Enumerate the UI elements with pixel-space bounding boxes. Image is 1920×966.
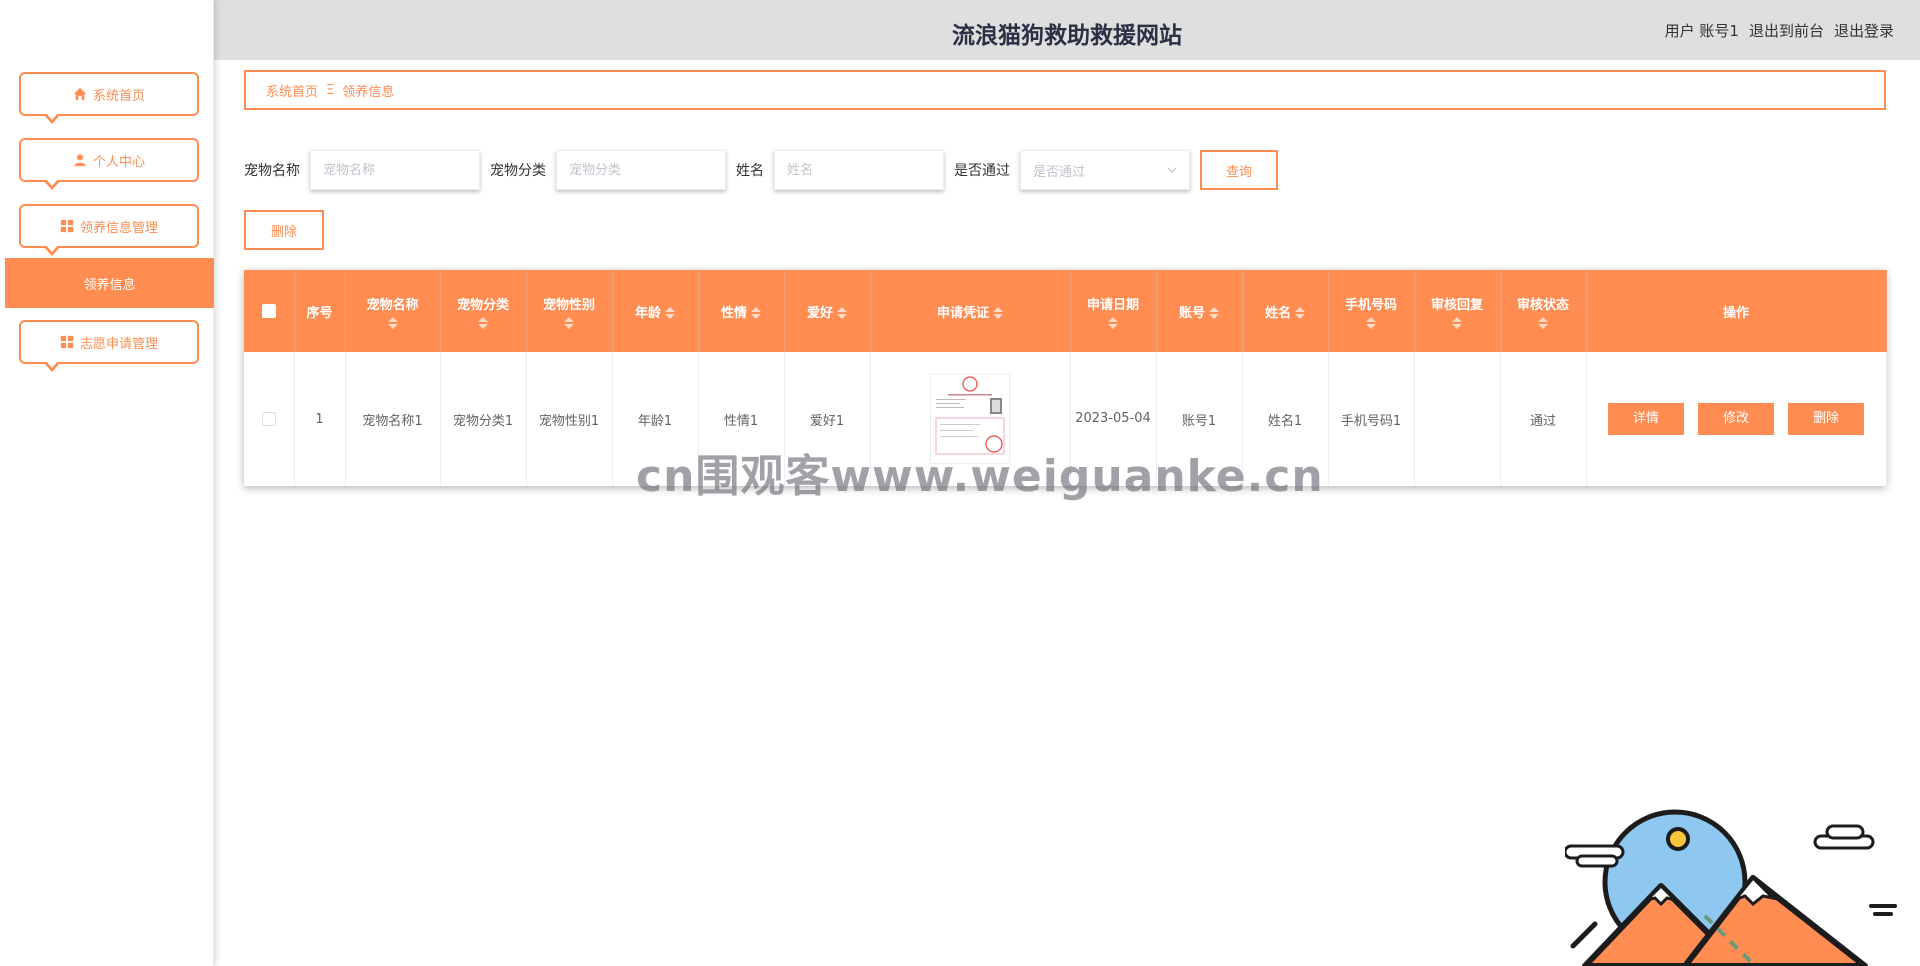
cell-pet-name: 宠物名称1	[345, 352, 441, 486]
select-all-cell	[244, 270, 295, 352]
pet-name-input[interactable]	[310, 150, 480, 190]
name-input[interactable]	[774, 150, 944, 190]
th-name[interactable]: 姓名	[1242, 270, 1329, 352]
sidebar-item-volunteer-management[interactable]: 志愿申请管理	[19, 320, 199, 372]
cell-operations: 详情 修改 删除	[1586, 352, 1887, 486]
sidebar-item-home[interactable]: 系统首页	[19, 72, 199, 124]
approved-select-placeholder: 是否通过	[1033, 164, 1086, 180]
pet-name-label: 宠物名称	[244, 163, 300, 179]
breadcrumb: 系统首页 Ξ 领养信息	[244, 70, 1886, 110]
cell-review-reply	[1414, 352, 1501, 486]
sidebar-item-label: 志愿申请管理	[79, 336, 158, 352]
th-review-status[interactable]: 审核状态	[1500, 270, 1587, 352]
sidebar: 系统首页 个人中心 领养信息管理 领养信息 志愿申请管理	[0, 0, 214, 966]
mountain-sun-illustration	[1565, 809, 1897, 966]
sidebar-item-adoption-management[interactable]: 领养信息管理	[19, 204, 199, 256]
query-button[interactable]: 查询	[1200, 150, 1278, 190]
sort-icon[interactable]	[1209, 307, 1219, 319]
approved-select[interactable]: 是否通过	[1020, 150, 1190, 190]
sort-icon[interactable]	[1452, 316, 1462, 329]
th-index: 序号	[294, 270, 346, 352]
select-all-checkbox[interactable]	[261, 304, 276, 318]
approved-label: 是否通过	[954, 163, 1010, 179]
pet-category-input[interactable]	[556, 150, 726, 190]
top-header: 流浪猫狗救助救援网站 用户 账号1 退出到前台 退出登录	[214, 0, 1920, 60]
th-pet-name[interactable]: 宠物名称	[345, 270, 441, 352]
exit-to-front-link[interactable]: 退出到前台	[1749, 20, 1824, 41]
grid-icon	[60, 219, 74, 233]
sidebar-subitem-adoption-info[interactable]: 领养信息	[5, 258, 214, 308]
row-select-cell	[244, 352, 295, 486]
row-checkbox[interactable]	[261, 412, 276, 426]
breadcrumb-current: 领养信息	[342, 84, 395, 100]
sort-icon[interactable]	[993, 307, 1003, 319]
header-user-area: 用户 账号1 退出到前台 退出登录	[1665, 20, 1894, 41]
name-label: 姓名	[736, 163, 764, 179]
th-voucher[interactable]: 申请凭证	[870, 270, 1071, 352]
user-icon	[74, 154, 86, 167]
search-form: 宠物名称 宠物分类 姓名 是否通过 是否通过 查询	[244, 150, 1278, 190]
sidebar-item-label: 系统首页	[92, 88, 145, 104]
grid-icon	[60, 335, 74, 349]
cell-review-status: 通过	[1500, 352, 1587, 486]
watermark-text: cn围观客www.weiguanke.cn	[636, 451, 1324, 502]
sort-icon[interactable]	[1108, 316, 1118, 329]
cell-pet-gender: 宠物性别1	[526, 352, 613, 486]
sort-icon[interactable]	[1538, 316, 1548, 329]
sort-icon[interactable]	[564, 316, 574, 329]
home-icon	[73, 87, 87, 101]
sort-icon[interactable]	[837, 307, 847, 319]
sort-icon[interactable]	[665, 307, 675, 319]
sort-icon[interactable]	[1366, 316, 1376, 329]
sort-icon[interactable]	[751, 307, 761, 319]
th-pet-gender[interactable]: 宠物性别	[526, 270, 613, 352]
sidebar-item-personal-center[interactable]: 个人中心	[19, 138, 199, 190]
th-temperament[interactable]: 性情	[698, 270, 785, 352]
detail-button[interactable]: 详情	[1607, 403, 1684, 435]
th-review-reply[interactable]: 审核回复	[1414, 270, 1501, 352]
th-age[interactable]: 年龄	[612, 270, 699, 352]
pet-category-label: 宠物分类	[490, 163, 546, 179]
table-header-row: 序号 宠物名称 宠物分类 宠物性别 年龄 性情 爱好 申请凭证 申请日期 账号 …	[244, 270, 1887, 352]
th-operation: 操作	[1586, 270, 1887, 352]
user-label: 用户 账号1	[1664, 22, 1739, 40]
cell-index: 1	[294, 352, 346, 486]
edit-button[interactable]: 修改	[1698, 403, 1774, 435]
breadcrumb-home[interactable]: 系统首页	[266, 81, 318, 100]
cell-pet-category: 宠物分类1	[440, 352, 527, 486]
cell-phone: 手机号码1	[1328, 352, 1415, 486]
th-pet-category[interactable]: 宠物分类	[440, 270, 527, 352]
delete-button[interactable]: 删除	[1788, 403, 1865, 435]
breadcrumb-separator: Ξ	[326, 82, 335, 98]
th-phone[interactable]: 手机号码	[1328, 270, 1415, 352]
th-apply-date[interactable]: 申请日期	[1070, 270, 1157, 352]
sort-icon[interactable]	[478, 316, 488, 329]
sort-icon[interactable]	[1295, 307, 1305, 319]
sidebar-item-label: 个人中心	[92, 154, 145, 170]
th-account[interactable]: 账号	[1156, 270, 1243, 352]
batch-delete-button[interactable]: 删除	[244, 210, 324, 250]
sort-icon[interactable]	[387, 316, 398, 329]
logout-link[interactable]: 退出登录	[1834, 20, 1894, 41]
sidebar-item-label: 领养信息管理	[79, 220, 158, 236]
th-hobby[interactable]: 爱好	[784, 270, 871, 352]
chevron-down-icon	[1167, 167, 1177, 173]
